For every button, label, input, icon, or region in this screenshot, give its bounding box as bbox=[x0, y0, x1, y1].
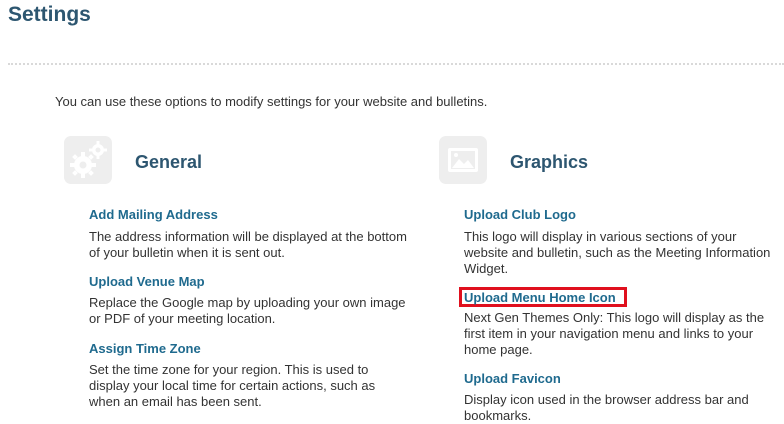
upload-club-logo-link[interactable]: Upload Club Logo bbox=[464, 207, 576, 222]
upload-menu-home-icon-link[interactable]: Upload Menu Home Icon bbox=[464, 290, 616, 305]
image-icon bbox=[439, 136, 487, 184]
section-title-general: General bbox=[135, 152, 203, 172]
add-mailing-address-link[interactable]: Add Mailing Address bbox=[89, 207, 218, 222]
upload-menu-home-icon-desc: Next Gen Themes Only: This logo will dis… bbox=[464, 310, 765, 357]
upload-favicon-desc: Display icon used in the browser address… bbox=[464, 392, 749, 423]
page-title: Settings bbox=[8, 3, 91, 26]
assign-time-zone-link[interactable]: Assign Time Zone bbox=[89, 341, 201, 356]
divider bbox=[8, 63, 784, 65]
intro-text: You can use these options to modify sett… bbox=[55, 94, 488, 109]
upload-club-logo-desc: This logo will display in various sectio… bbox=[464, 229, 771, 276]
upload-venue-map-link[interactable]: Upload Venue Map bbox=[89, 274, 205, 289]
gears-icon bbox=[64, 136, 112, 184]
upload-venue-map-desc: Replace the Google map by uploading your… bbox=[89, 295, 406, 326]
section-title-graphics: Graphics bbox=[510, 152, 589, 172]
assign-time-zone-desc: Set the time zone for your region. This … bbox=[89, 362, 376, 409]
add-mailing-address-desc: The address information will be displaye… bbox=[89, 229, 407, 260]
upload-favicon-link[interactable]: Upload Favicon bbox=[464, 371, 561, 386]
